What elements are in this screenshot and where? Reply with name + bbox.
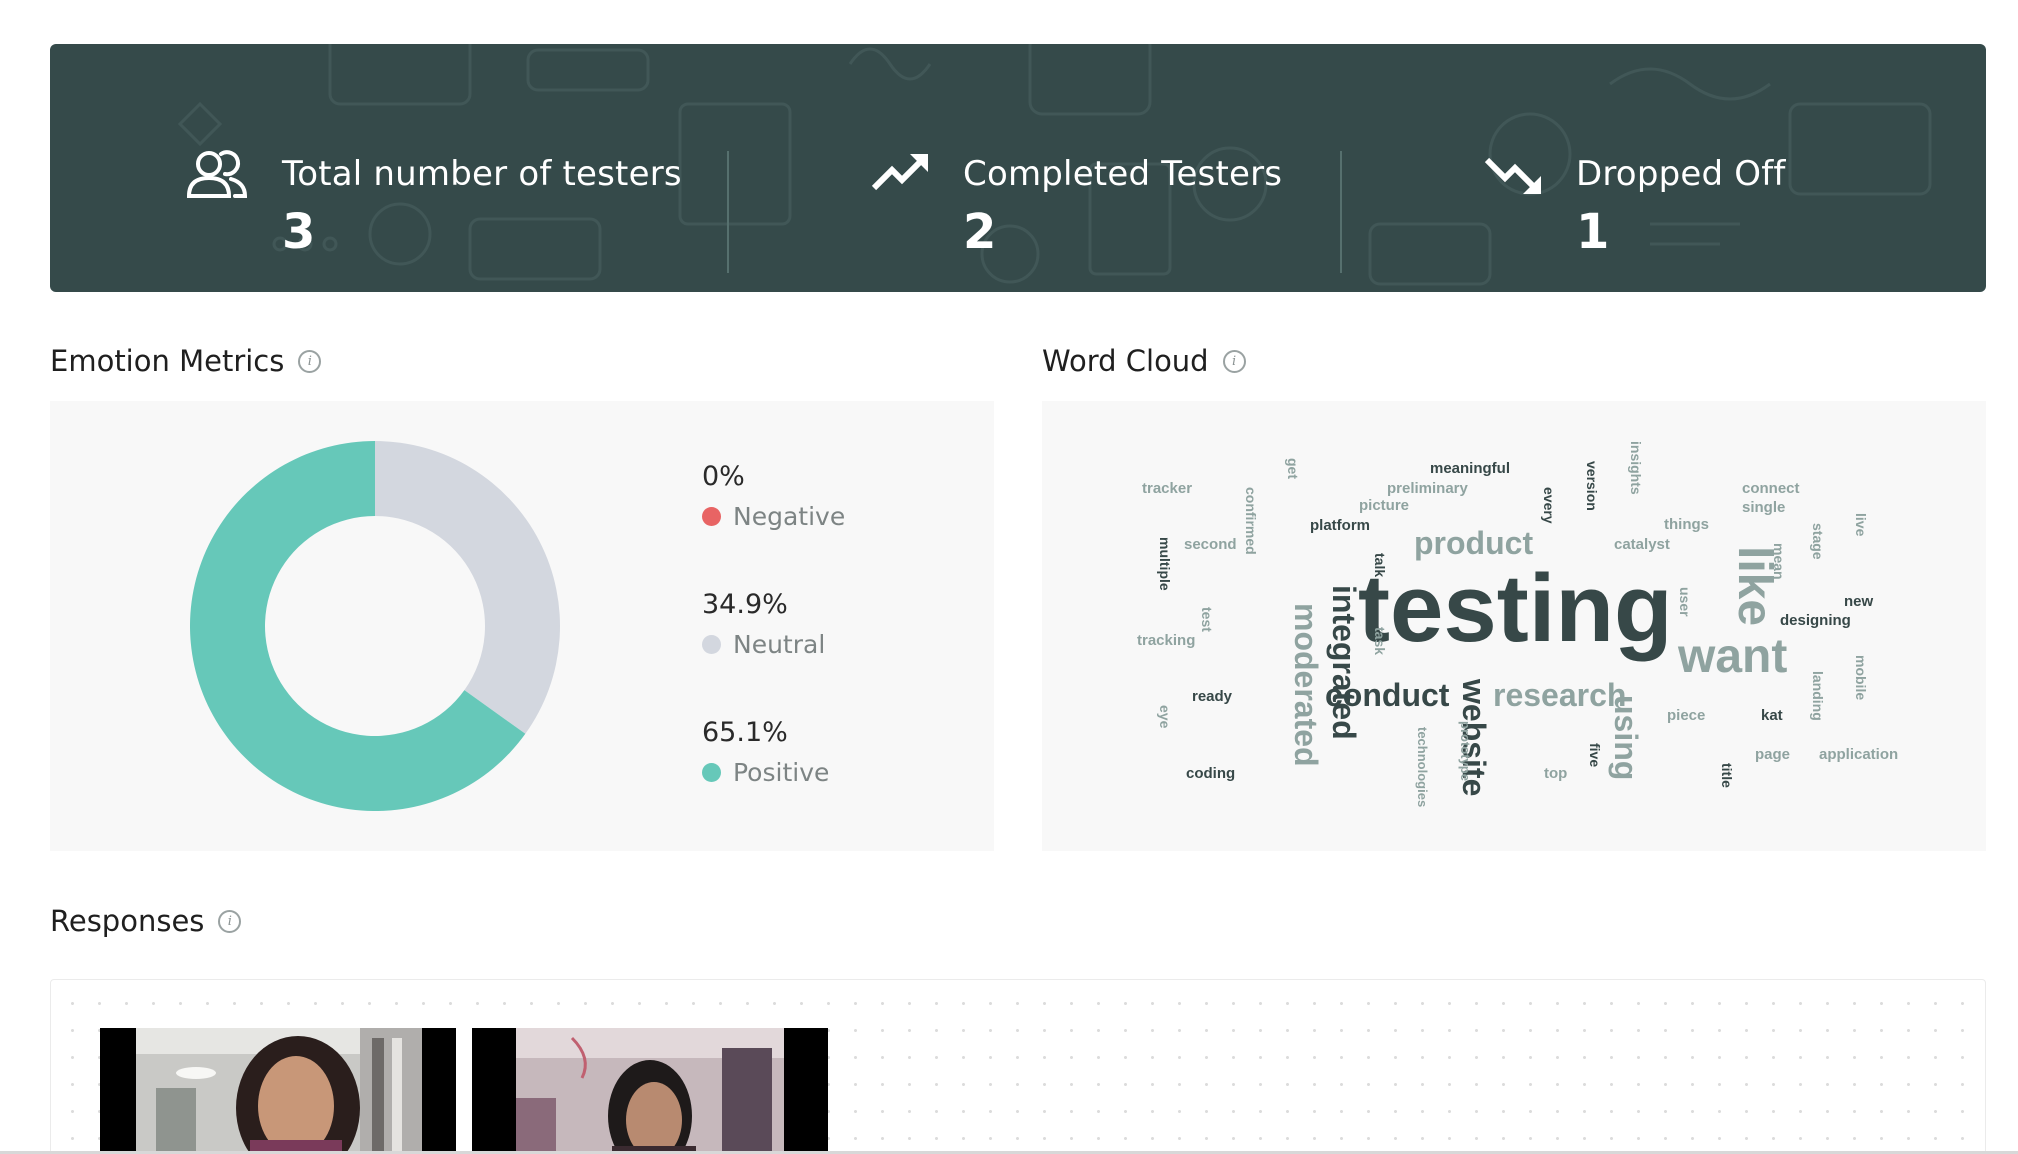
word-cloud-word: piece [1667, 707, 1706, 724]
stat-value: 3 [282, 204, 316, 260]
section-title: Emotion Metrics [50, 344, 285, 378]
info-icon[interactable]: i [218, 909, 242, 933]
trend-up-icon [871, 154, 928, 191]
word-cloud-word: landing [1810, 671, 1826, 721]
word-cloud-word: live [1853, 513, 1869, 537]
legend-percent: 0% [702, 461, 745, 492]
word-cloud-word: test [1199, 607, 1215, 632]
word-cloud-word: ready [1192, 688, 1233, 705]
legend-percent: 65.1% [702, 717, 788, 748]
response-video-thumbnail[interactable] [100, 1028, 456, 1154]
legend-item-positive: 65.1% Positive [702, 717, 829, 787]
stat-value: 1 [1576, 204, 1610, 260]
word-cloud-word: kat [1761, 707, 1783, 724]
word-cloud-word: things [1664, 516, 1709, 533]
section-title: Responses [50, 904, 205, 938]
stat-divider [1340, 151, 1342, 273]
legend-dot [702, 507, 721, 526]
section-title: Word Cloud [1042, 344, 1209, 378]
video-frame-image [100, 1028, 456, 1154]
emotion-metrics-header: Emotion Metrics i [50, 344, 322, 378]
legend-percent: 34.9% [702, 589, 788, 620]
word-cloud-word: tracker [1142, 480, 1193, 497]
word-cloud-panel: testing want product research conduct tr… [1042, 401, 1986, 851]
word-cloud-word: insights [1628, 441, 1644, 495]
word-cloud-word: connect [1742, 480, 1800, 497]
word-cloud-word: page [1755, 746, 1791, 763]
legend-label: Neutral [733, 630, 826, 659]
word-cloud-word: talk [1372, 553, 1388, 578]
word-cloud-word: confirmed [1243, 487, 1259, 555]
word-cloud-word: stage [1810, 523, 1826, 560]
stat-label: Total number of testers [282, 154, 682, 194]
word-cloud-word: product [1414, 525, 1534, 561]
word-cloud-word: single [1742, 499, 1786, 516]
word-cloud-word: top [1544, 765, 1568, 782]
word-cloud-word: preliminary [1387, 480, 1468, 497]
video-frame-image [472, 1028, 828, 1154]
word-cloud-word: technologies [1415, 727, 1430, 808]
legend-label: Positive [733, 758, 830, 787]
word-cloud-word: designing [1780, 612, 1851, 629]
word-cloud-word: moderated [1288, 603, 1324, 767]
word-cloud-word: testing [1358, 555, 1673, 662]
stat-divider [727, 151, 729, 273]
word-cloud-word: meaningful [1430, 460, 1511, 477]
stat-value: 2 [963, 204, 997, 260]
word-cloud-word: platform [1310, 517, 1370, 534]
responses-header: Responses i [50, 904, 242, 938]
word-cloud-word: prototype [1458, 721, 1473, 781]
donut-slice-neutral [375, 441, 560, 734]
word-cloud-word: mean [1771, 543, 1787, 580]
word-cloud-word: using [1608, 695, 1644, 781]
word-cloud-word: eye [1157, 705, 1173, 729]
word-cloud-word: want [1678, 630, 1788, 683]
word-cloud-header: Word Cloud i [1042, 344, 1246, 378]
emotion-metrics-panel: 0% Negative 34.9% Neutral 65.1% Positive [50, 401, 994, 851]
legend-dot [702, 763, 721, 782]
stat-label: Completed Testers [963, 154, 1283, 194]
stats-banner: Total number of testers 3 Completed Test… [50, 44, 1986, 292]
word-cloud-word: title [1719, 763, 1735, 788]
word-cloud-word: new [1844, 593, 1874, 610]
word-cloud-word: application [1819, 746, 1899, 763]
word-cloud-word: mobile [1853, 655, 1869, 701]
word-cloud-word: coding [1186, 765, 1236, 782]
word-cloud-word: second [1184, 536, 1237, 553]
stat-label: Dropped Off [1576, 154, 1786, 194]
word-cloud-word: every [1541, 487, 1557, 524]
legend-item-negative: 0% Negative [702, 461, 845, 531]
emotion-donut-chart [190, 441, 560, 811]
word-cloud-word: multiple [1157, 537, 1173, 591]
word-cloud-word: task [1372, 627, 1388, 656]
word-cloud-word: research [1493, 677, 1627, 713]
users-icon [186, 150, 248, 198]
word-cloud-word: picture [1359, 497, 1410, 514]
response-video-thumbnail[interactable] [472, 1028, 828, 1154]
legend-item-neutral: 34.9% Neutral [702, 589, 825, 659]
info-icon[interactable]: i [298, 349, 322, 373]
legend-dot [702, 635, 721, 654]
word-cloud-word: integrated [1326, 585, 1362, 740]
word-cloud-word: user [1677, 587, 1693, 617]
word-cloud-word: version [1584, 461, 1600, 511]
word-cloud-word: five [1587, 743, 1603, 768]
trend-down-icon [1484, 157, 1541, 194]
word-cloud-word: tracking [1137, 632, 1196, 649]
word-cloud-word: catalyst [1614, 536, 1670, 553]
responses-panel [50, 979, 1986, 1154]
info-icon[interactable]: i [1222, 349, 1246, 373]
word-cloud-word: get [1285, 458, 1301, 479]
legend-label: Negative [733, 502, 846, 531]
